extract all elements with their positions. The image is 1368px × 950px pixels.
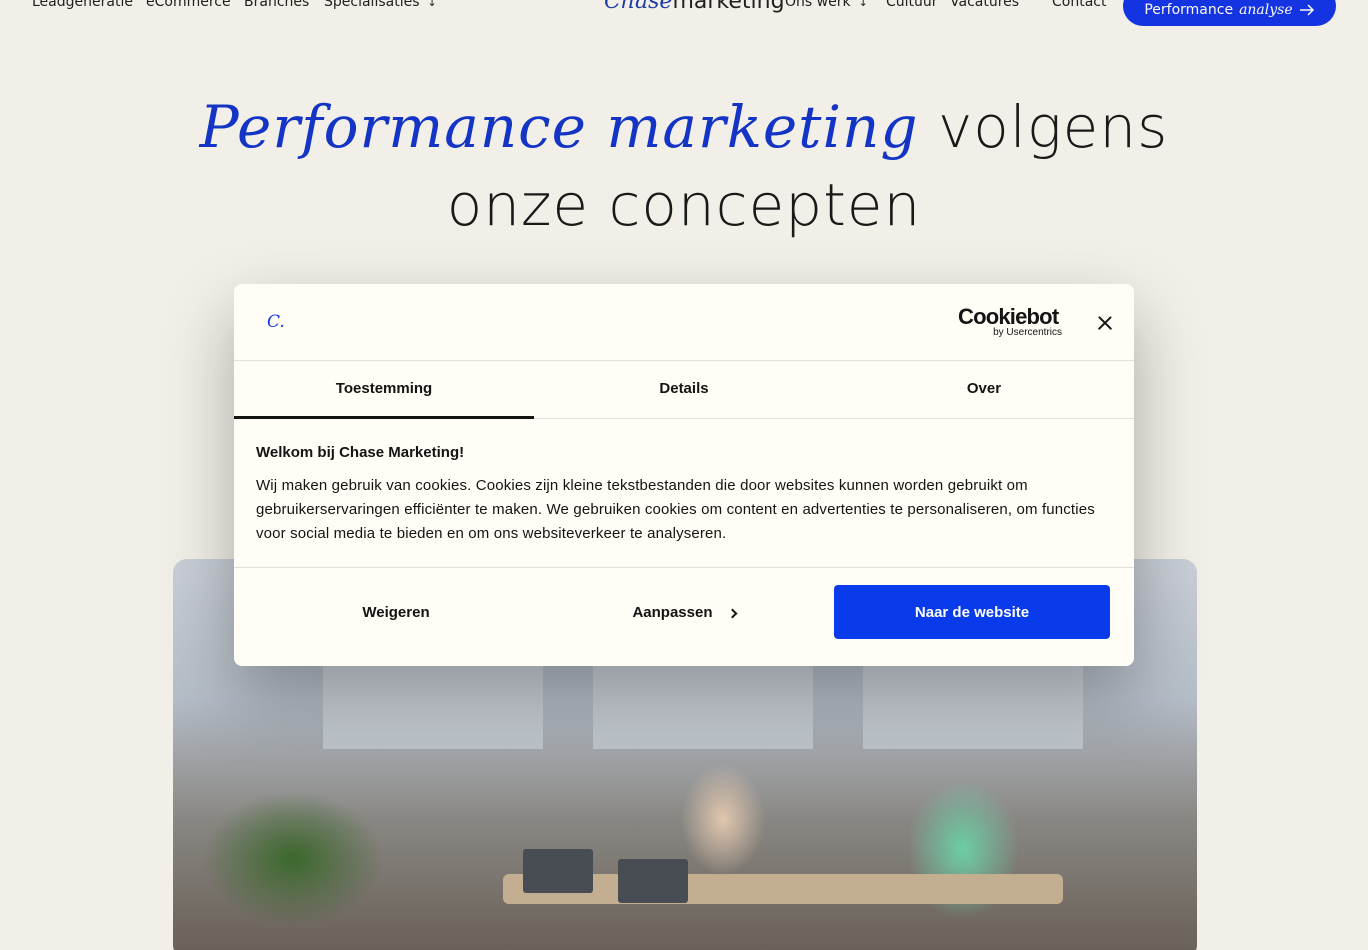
close-icon[interactable] [1093,311,1117,335]
dialog-footer: Weigeren Aanpassen Naar de website [234,568,1134,665]
tab-over[interactable]: Over [834,361,1134,418]
dialog-tabs: Toestemming Details Over [234,361,1134,419]
accept-button[interactable]: Naar de website [834,585,1110,639]
decline-label: Weigeren [362,603,430,621]
dialog-title: Welkom bij Chase Marketing! [256,444,465,461]
tab-toestemming[interactable]: Toestemming [234,361,534,419]
customize-label: Aanpassen [632,603,713,621]
tab-details[interactable]: Details [534,361,834,418]
cookie-consent-dialog: C. Cookiebot by Usercentrics Toestemming… [234,284,1134,666]
customize-button[interactable]: Aanpassen [546,585,822,639]
chevron-right-icon [727,608,737,619]
cookiebot-logo-text: Cookiebot [958,304,1059,329]
decline-button[interactable]: Weigeren [258,585,534,639]
dialog-description: Wij maken gebruik van cookies. Cookies z… [256,477,1095,542]
brand-logo: C. [267,312,285,332]
dialog-body: Welkom bij Chase Marketing! Wij maken ge… [234,419,1134,568]
accept-label: Naar de website [914,603,1030,621]
cookiebot-logo[interactable]: Cookiebot by Usercentrics [958,304,1062,339]
dialog-header: C. Cookiebot by Usercentrics [234,284,1134,361]
